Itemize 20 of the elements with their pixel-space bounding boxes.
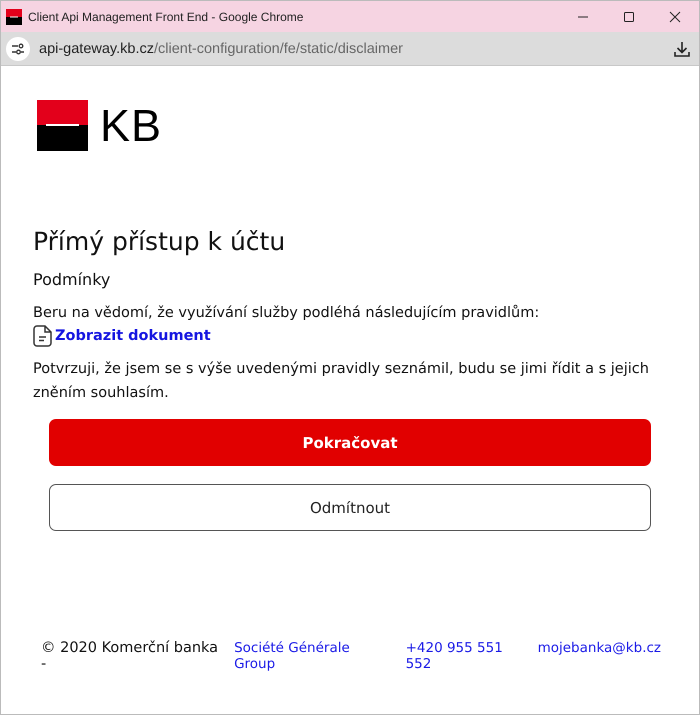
logo-icon bbox=[37, 100, 88, 151]
window-title: Client Api Management Front End - Google Chrome bbox=[28, 10, 304, 24]
continue-button[interactable]: Pokračovat bbox=[49, 419, 651, 466]
copyright-text: © 2020 Komerční banka - bbox=[41, 640, 220, 672]
intro-text: Beru na vědomí, že využívání služby podléhá následujícím pravidlům: bbox=[33, 305, 540, 321]
site-settings-icon[interactable] bbox=[6, 36, 30, 60]
app-icon bbox=[6, 8, 22, 24]
close-icon[interactable] bbox=[669, 10, 681, 22]
download-icon[interactable] bbox=[673, 40, 691, 58]
email-link[interactable]: mojebanka@kb.cz bbox=[538, 640, 661, 656]
maximize-icon[interactable] bbox=[623, 10, 635, 22]
logo-text: KB bbox=[100, 103, 162, 148]
page-heading: Přímý přístup k účtu bbox=[33, 227, 286, 256]
phone-link[interactable]: +420 955 551 552 bbox=[406, 640, 532, 672]
group-link[interactable]: Société Générale Group bbox=[234, 640, 394, 672]
document-icon bbox=[33, 325, 53, 347]
document-link[interactable]: Zobrazit dokument bbox=[55, 328, 211, 344]
decline-button[interactable]: Odmítnout bbox=[49, 484, 651, 531]
confirmation-text: Potvrzuji, že jsem se s výše uvedenými pravidly seznámil, budu se jimi řídit a s jejich zněním souhlasím. bbox=[33, 360, 650, 403]
section-heading: Podmínky bbox=[33, 270, 112, 289]
